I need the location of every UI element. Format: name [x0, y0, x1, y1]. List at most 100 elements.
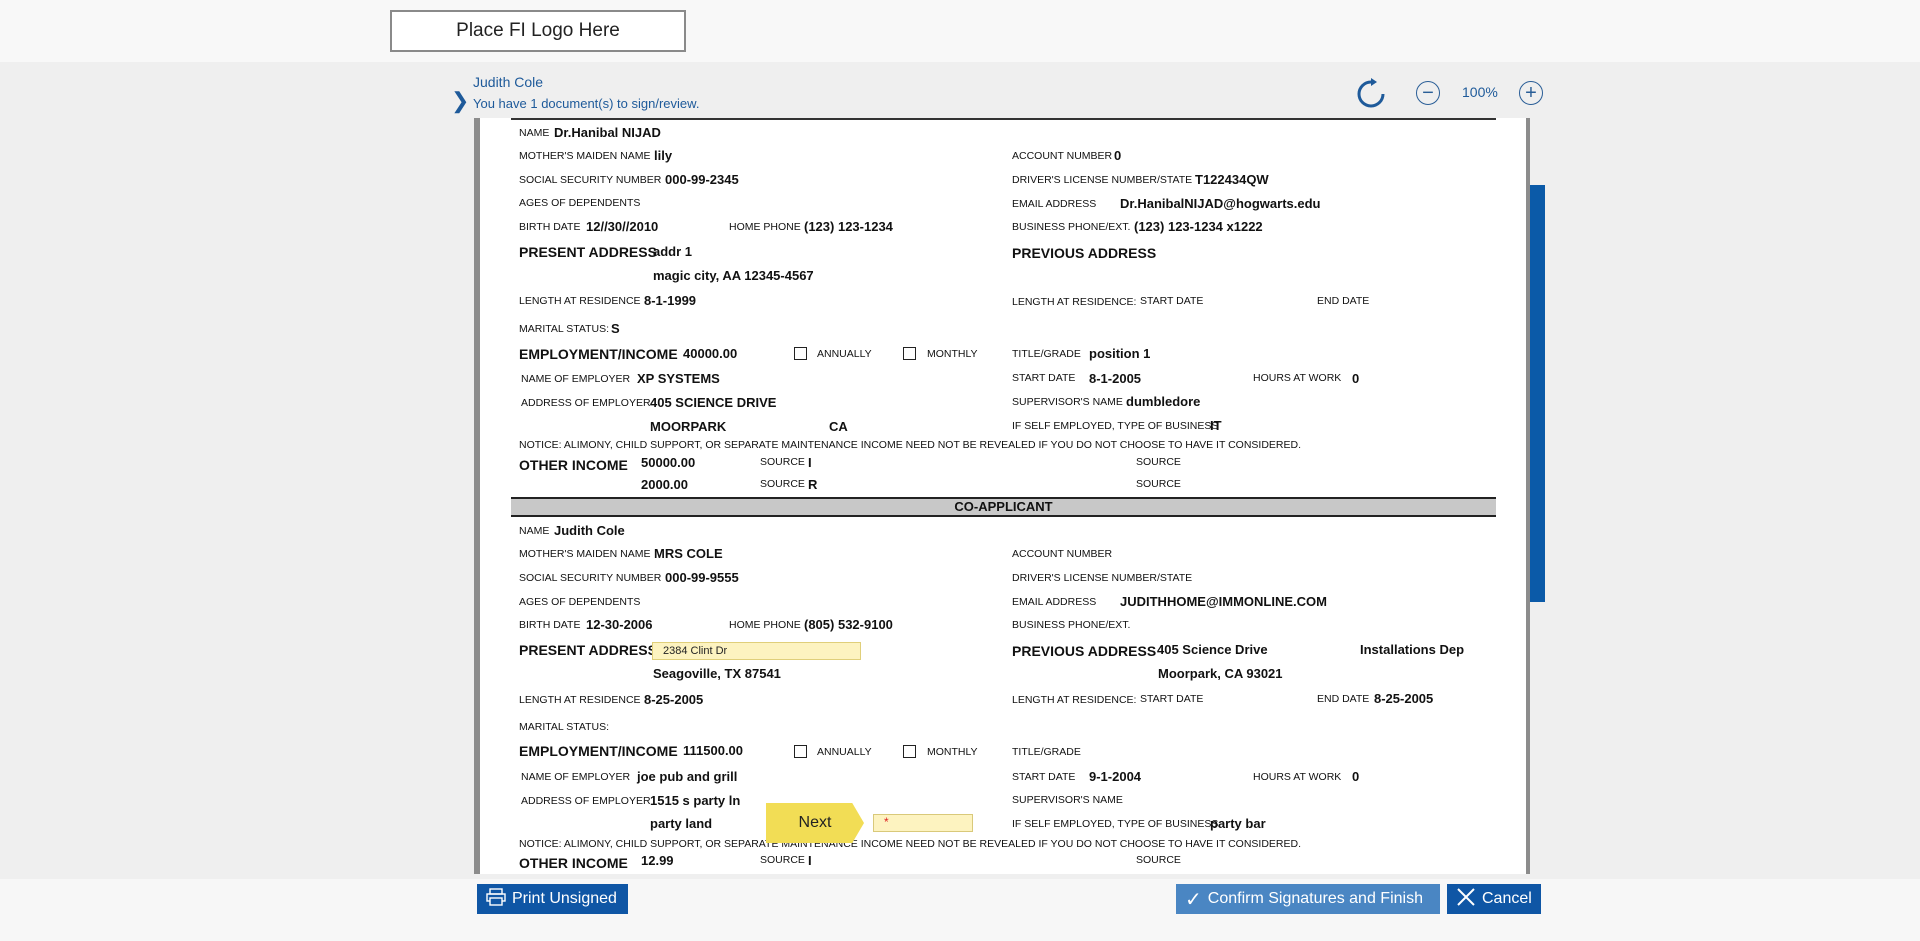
label-birth: BIRTH DATE: [519, 221, 581, 233]
co-home-phone: (805) 532-9100: [804, 617, 893, 632]
applicant-address-line2: magic city, AA 12345-4567: [653, 268, 814, 283]
label-co-business-phone: BUSINESS PHONE/EXT.: [1012, 619, 1131, 631]
label-source-1: SOURCE: [760, 456, 805, 468]
label-employment: EMPLOYMENT/INCOME: [519, 346, 678, 362]
co-annually-checkbox[interactable]: [794, 745, 807, 758]
label-present-address: PRESENT ADDRESS: [519, 244, 657, 260]
label-co-end-date-prev: END DATE: [1317, 693, 1370, 705]
co-email: JUDITHHOME@IMMONLINE.COM: [1120, 594, 1327, 609]
label-marital: MARITAL STATUS:: [519, 323, 610, 335]
label-co-hours: HOURS AT WORK: [1253, 771, 1342, 783]
co-monthly-checkbox[interactable]: [903, 745, 916, 758]
co-prev-address-extra: Installations Dep: [1360, 642, 1465, 657]
label-co-source-1: SOURCE: [760, 854, 805, 866]
applicant-start-date: 8-1-2005: [1089, 371, 1142, 386]
applicant-source-1: I: [808, 455, 812, 470]
co-length-residence: 8-25-2005: [644, 692, 704, 707]
label-other-income: OTHER INCOME: [519, 457, 628, 473]
co-prev-address-line1: 405 Science Drive: [1157, 642, 1268, 657]
label-co-ages: AGES OF DEPENDENTS: [519, 596, 641, 608]
label-ssn: SOCIAL SECURITY NUMBER: [519, 174, 662, 186]
confirm-signatures-button[interactable]: ✓ Confirm Signatures and Finish: [1176, 884, 1440, 914]
label-dl: DRIVER'S LICENSE NUMBER/STATE: [1012, 174, 1193, 186]
applicant-business-phone: (123) 123-1234 x1222: [1134, 219, 1263, 234]
applicant-account: 0: [1114, 148, 1122, 163]
applicant-supervisor: dumbledore: [1126, 394, 1201, 409]
cancel-button[interactable]: Cancel: [1447, 884, 1541, 914]
label-co-length-residence: LENGTH AT RESIDENCE: [519, 694, 641, 706]
print-unsigned-button[interactable]: Print Unsigned: [477, 884, 628, 914]
label-co-account: ACCOUNT NUMBER: [1012, 548, 1113, 560]
label-source-right-1: SOURCE: [1136, 456, 1181, 468]
required-field-input[interactable]: *: [873, 814, 973, 832]
applicant-length-residence: 8-1-1999: [644, 293, 697, 308]
applicant-address-line1: addr 1: [653, 244, 693, 259]
applicant-other-income-2: 2000.00: [641, 477, 688, 492]
label-co-start-date: START DATE: [1012, 771, 1076, 783]
label-source-right-2: SOURCE: [1136, 478, 1181, 490]
co-employer-city: party land: [650, 816, 713, 831]
label-email: EMAIL ADDRESS: [1012, 198, 1097, 210]
applicant-ssn: 000-99-2345: [665, 172, 739, 187]
label-start-date-prev: START DATE: [1140, 295, 1204, 307]
label-co-employer: NAME OF EMPLOYER: [521, 771, 631, 783]
label-co-home-phone: HOME PHONE: [729, 619, 801, 631]
label-co-self-employed: IF SELF EMPLOYED, TYPE OF BUSINESS: [1012, 818, 1219, 830]
applicant-business-type: IT: [1210, 418, 1222, 433]
co-end-date: 8-25-2005: [1374, 691, 1434, 706]
co-present-address-input[interactable]: 2384 Clint Dr: [652, 642, 861, 660]
label-mothers-maiden: MOTHER'S MAIDEN NAME: [519, 150, 651, 162]
signer-message: You have 1 document(s) to sign/review.: [473, 96, 700, 111]
co-name: Judith Cole: [554, 523, 625, 538]
cancel-label: Cancel: [1482, 890, 1532, 907]
zoom-level: 100%: [1462, 84, 1498, 100]
applicant-hours: 0: [1352, 371, 1360, 386]
label-account: ACCOUNT NUMBER: [1012, 150, 1113, 162]
co-notice-text: NOTICE: ALIMONY, CHILD SUPPORT, OR SEPAR…: [519, 838, 1302, 850]
annually-checkbox[interactable]: [794, 347, 807, 360]
label-start-date: START DATE: [1012, 372, 1076, 384]
co-employer: joe pub and grill: [637, 769, 738, 784]
applicant-income: 40000.00: [683, 346, 738, 361]
print-unsigned-label: Print Unsigned: [512, 890, 617, 907]
label-annually: ANNUALLY: [817, 348, 872, 360]
label-co-employer-address: ADDRESS OF EMPLOYER: [521, 795, 651, 807]
signer-name: Judith Cole: [473, 74, 544, 90]
next-field-button[interactable]: Next: [766, 803, 864, 843]
label-business-phone: BUSINESS PHONE/EXT.: [1012, 221, 1131, 233]
applicant-name: Dr.Hanibal NIJAD: [554, 125, 661, 140]
label-co-dl: DRIVER'S LICENSE NUMBER/STATE: [1012, 572, 1193, 584]
co-start-date: 9-1-2004: [1089, 769, 1142, 784]
confirm-signatures-label: Confirm Signatures and Finish: [1207, 890, 1423, 907]
label-co-annually: ANNUALLY: [817, 746, 872, 758]
label-co-supervisor: SUPERVISOR'S NAME: [1012, 794, 1123, 806]
label-co-name: NAME: [519, 525, 550, 537]
label-ages: AGES OF DEPENDENTS: [519, 197, 641, 209]
applicant-other-income-1: 50000.00: [641, 455, 696, 470]
co-ssn: 000-99-9555: [665, 570, 739, 585]
zoom-out-icon[interactable]: −: [1416, 81, 1440, 105]
co-other-income-1: 12.99: [641, 853, 674, 868]
zoom-in-icon[interactable]: +: [1519, 81, 1543, 105]
applicant-mothers-maiden: lily: [654, 148, 673, 163]
co-applicant-header: CO-APPLICANT: [511, 497, 1496, 517]
refresh-icon[interactable]: [1355, 78, 1387, 115]
label-co-birth: BIRTH DATE: [519, 619, 581, 631]
label-co-other-income: OTHER INCOME: [519, 855, 628, 871]
applicant-employer: XP SYSTEMS: [637, 371, 720, 386]
co-business-type: party bar: [1210, 816, 1266, 831]
label-co-email: EMAIL ADDRESS: [1012, 596, 1097, 608]
label-hours: HOURS AT WORK: [1253, 372, 1342, 384]
label-monthly: MONTHLY: [927, 348, 978, 360]
label-co-start-date-prev: START DATE: [1140, 693, 1204, 705]
document-scrollbar[interactable]: [1530, 185, 1545, 602]
applicant-employer-city: MOORPARK: [650, 419, 727, 434]
label-employer: NAME OF EMPLOYER: [521, 373, 631, 385]
label-supervisor: SUPERVISOR'S NAME: [1012, 396, 1123, 408]
label-co-present-address: PRESENT ADDRESS: [519, 642, 657, 658]
label-co-length-residence-prev: LENGTH AT RESIDENCE:: [1012, 694, 1137, 706]
label-title-grade: TITLE/GRADE: [1012, 348, 1081, 360]
chevron-right-icon[interactable]: ❯: [451, 88, 469, 114]
monthly-checkbox[interactable]: [903, 347, 916, 360]
applicant-email: Dr.HanibalNIJAD@hogwarts.edu: [1120, 196, 1321, 211]
